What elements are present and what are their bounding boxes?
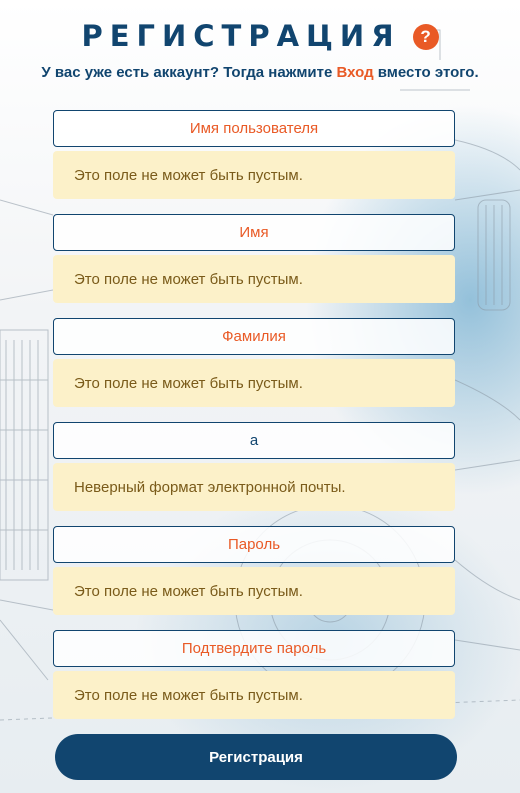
confirm-password-input[interactable] [53,630,455,667]
password-field-group: Это поле не может быть пустым. [53,526,455,630]
login-prompt-text: У вас уже есть аккаунт? Тогда нажмите [41,64,337,81]
first-name-error: Это поле не может быть пустым. [53,255,455,303]
registration-form: Это поле не может быть пустым. Это поле … [53,110,455,734]
first-name-input[interactable] [53,214,455,251]
confirm-password-error: Это поле не может быть пустым. [53,671,455,719]
header: РЕГИСТРАЦИЯ ? [0,14,520,58]
username-input[interactable] [53,110,455,147]
page-title: РЕГИСТРАЦИЯ [81,19,401,53]
last-name-field-group: Это поле не может быть пустым. [53,318,455,422]
last-name-input[interactable] [53,318,455,355]
email-input[interactable] [53,422,455,459]
help-icon[interactable]: ? [412,24,439,50]
email-field-group: Неверный формат электронной почты. [53,422,455,526]
first-name-field-group: Это поле не может быть пустым. [53,214,455,318]
username-error: Это поле не может быть пустым. [53,151,455,199]
email-error: Неверный формат электронной почты. [53,463,455,511]
password-input[interactable] [53,526,455,563]
password-error: Это поле не может быть пустым. [53,567,455,615]
register-button[interactable]: Регистрация [55,734,457,780]
username-field-group: Это поле не может быть пустым. [53,110,455,214]
login-prompt-text-end: вместо этого. [373,64,479,81]
login-prompt: У вас уже есть аккаунт? Тогда нажмите Вх… [0,64,520,81]
last-name-error: Это поле не может быть пустым. [53,359,455,407]
confirm-password-field-group: Это поле не может быть пустым. [53,630,455,734]
login-link[interactable]: Вход [337,64,374,81]
